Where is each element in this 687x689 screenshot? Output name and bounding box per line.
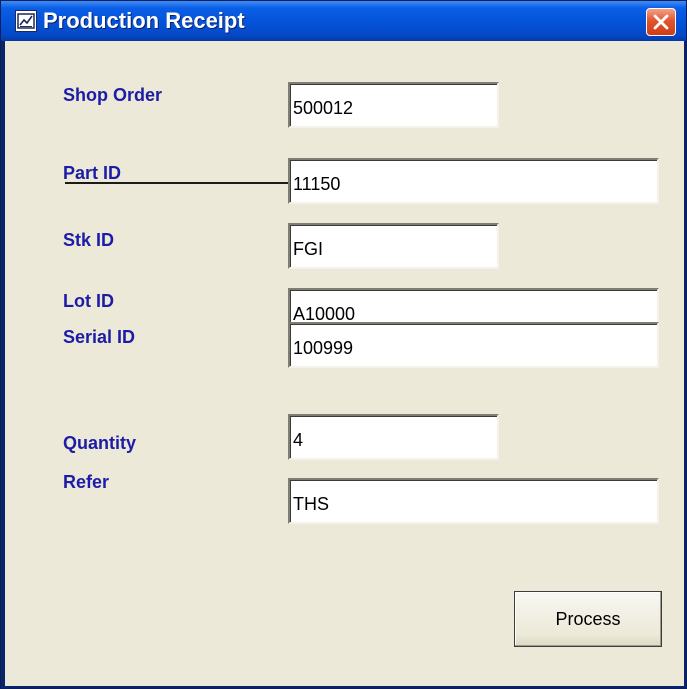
window-title: Production Receipt	[43, 8, 245, 33]
quantity-field[interactable]	[288, 414, 499, 460]
close-button[interactable]	[646, 8, 676, 36]
stk-id-label: Stk ID	[63, 230, 115, 250]
production-receipt-window: Production Receipt Shop Order Part ID St…	[0, 0, 687, 689]
dialog-body: Shop Order Part ID Stk ID Lot ID Serial …	[5, 41, 684, 686]
lot-id-label: Lot ID	[63, 291, 114, 311]
close-icon	[653, 14, 669, 30]
refer-label: Refer	[63, 472, 110, 492]
refer-field[interactable]	[288, 478, 659, 524]
title-bar[interactable]: Production Receipt	[1, 1, 686, 41]
quantity-label: Quantity	[63, 433, 137, 453]
stk-id-field[interactable]	[288, 223, 499, 269]
chart-window-icon[interactable]	[15, 10, 37, 32]
process-button[interactable]: Process	[514, 591, 662, 647]
part-id-field[interactable]	[288, 158, 659, 204]
serial-id-label: Serial ID	[63, 327, 136, 347]
serial-id-field[interactable]	[288, 322, 659, 368]
shop-order-field[interactable]	[288, 82, 499, 128]
part-id-label: Part ID	[63, 163, 122, 183]
shop-order-label: Shop Order	[63, 85, 163, 105]
